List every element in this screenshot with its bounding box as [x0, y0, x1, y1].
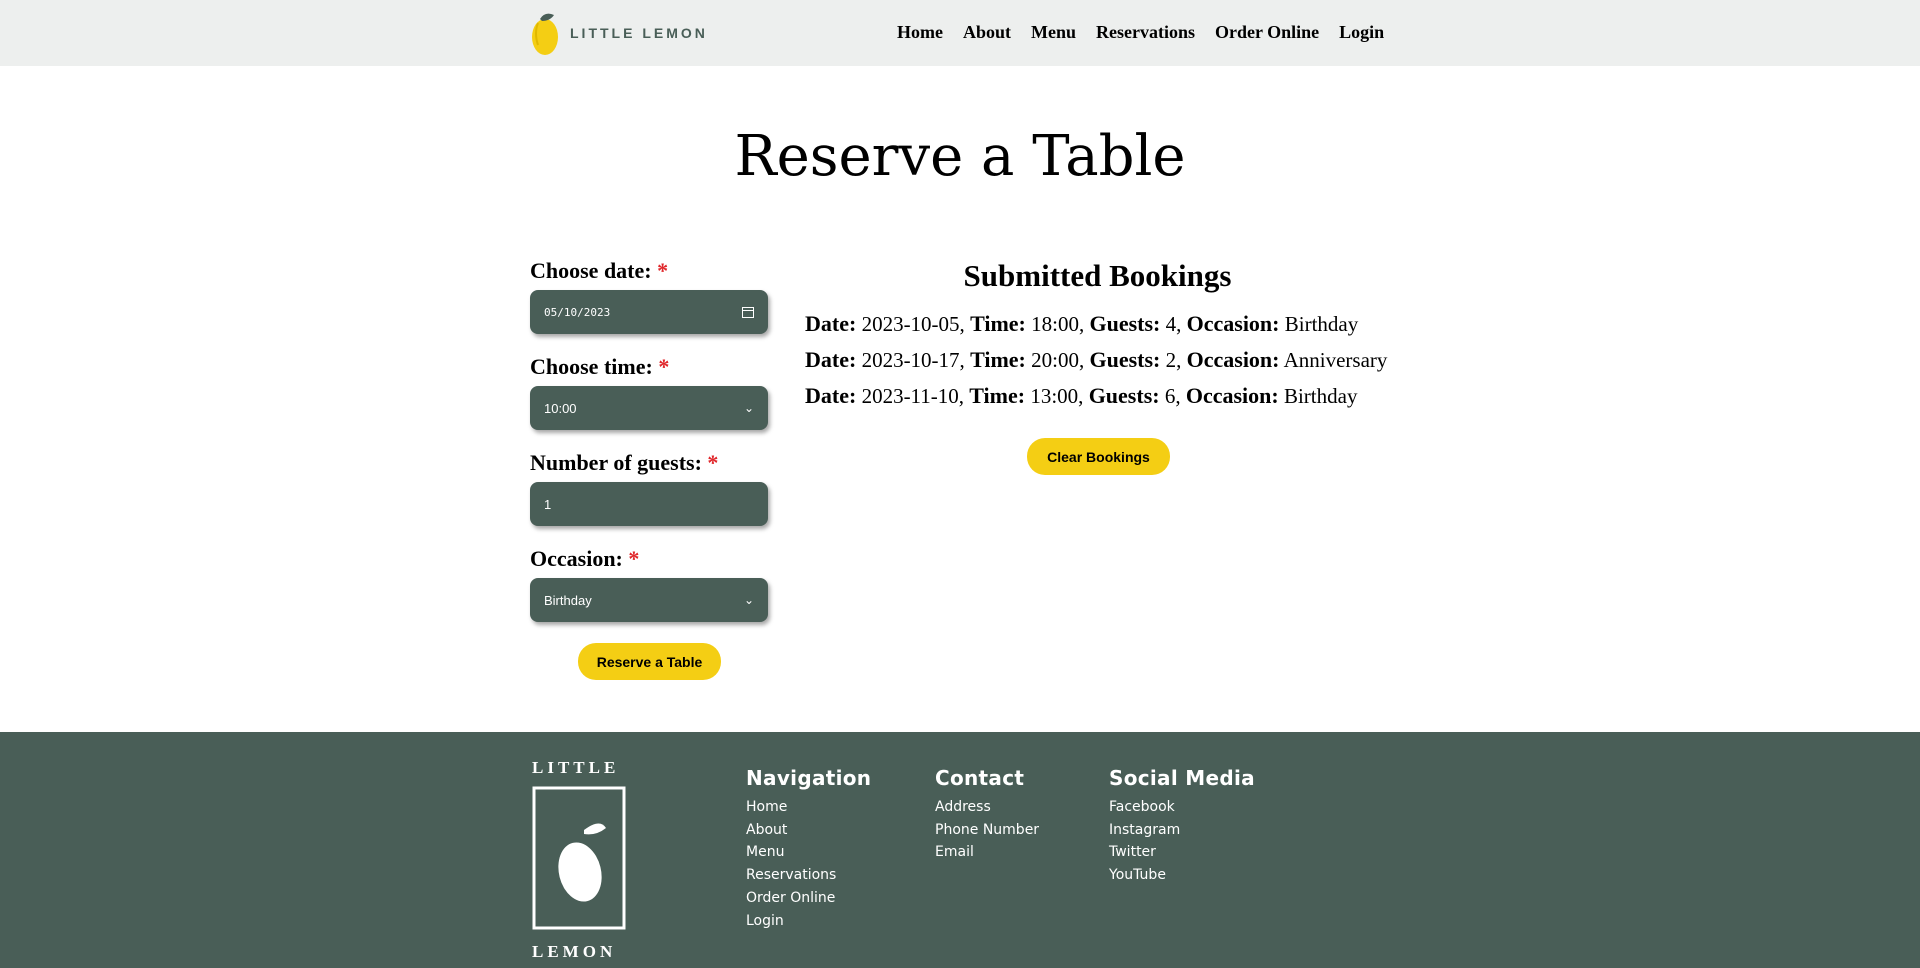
- reserve-table-button[interactable]: Reserve a Table: [578, 643, 721, 680]
- date-input[interactable]: 05/10/2023: [530, 290, 768, 334]
- site-logo[interactable]: LITTLE LEMON: [530, 8, 708, 58]
- nav-login[interactable]: Login: [1339, 22, 1384, 43]
- footer-link-about[interactable]: About: [746, 819, 871, 842]
- footer-social: Social Media Facebook Instagram Twitter …: [1109, 766, 1255, 887]
- required-mark: *: [628, 546, 640, 571]
- footer: LITTLE LEMON Navigation Home About Menu …: [0, 732, 1920, 968]
- page-title: Reserve a Table: [734, 124, 1186, 189]
- footer-social-title: Social Media: [1109, 766, 1255, 790]
- footer-link-login[interactable]: Login: [746, 910, 871, 933]
- logo-text: LITTLE LEMON: [570, 25, 708, 41]
- bookings-title: Submitted Bookings: [963, 258, 1232, 293]
- footer-contact-title: Contact: [935, 766, 1025, 790]
- date-label: Choose date: *: [530, 258, 669, 283]
- occasion-label: Occasion: *: [530, 546, 640, 571]
- footer-link-reservations[interactable]: Reservations: [746, 864, 871, 887]
- guests-label: Number of guests: *: [530, 450, 719, 475]
- footer-link-order-online[interactable]: Order Online: [746, 887, 871, 910]
- occasion-select[interactable]: Birthday ⌄: [530, 578, 768, 622]
- time-label: Choose time: *: [530, 354, 670, 379]
- nav-order-online[interactable]: Order Online: [1215, 22, 1319, 43]
- reservation-form: Choose date: * 05/10/2023 Choose time: *…: [530, 258, 770, 642]
- nav-about[interactable]: About: [963, 22, 1011, 43]
- footer-link-youtube[interactable]: YouTube: [1109, 864, 1255, 887]
- booking-item: Date: 2023-10-05, Time: 18:00, Guests: 4…: [805, 311, 1359, 336]
- footer-link-menu[interactable]: Menu: [746, 841, 871, 864]
- clear-bookings-button[interactable]: Clear Bookings: [1027, 438, 1170, 475]
- lemon-icon: [532, 13, 558, 55]
- footer-link-address[interactable]: Address: [935, 796, 1039, 819]
- footer-logo-top: LITTLE: [532, 758, 620, 777]
- chevron-down-icon: ⌄: [743, 401, 754, 415]
- nav-reservations[interactable]: Reservations: [1096, 22, 1195, 43]
- submitted-bookings: Submitted Bookings Date: 2023-10-05, Tim…: [805, 258, 1395, 414]
- nav-menu[interactable]: Menu: [1031, 22, 1076, 43]
- booking-item: Date: 2023-10-17, Time: 20:00, Guests: 2…: [805, 347, 1388, 372]
- top-navbar: LITTLE LEMON Home About Menu Reservation…: [0, 0, 1920, 66]
- footer-link-home[interactable]: Home: [746, 796, 871, 819]
- booking-item: Date: 2023-11-10, Time: 13:00, Guests: 6…: [805, 383, 1358, 408]
- footer-navigation: Navigation Home About Menu Reservations …: [746, 766, 871, 932]
- occasion-value: Birthday: [544, 592, 592, 608]
- required-mark: *: [658, 354, 670, 379]
- required-mark: *: [707, 450, 719, 475]
- time-select[interactable]: 10:00 ⌄: [530, 386, 768, 430]
- footer-link-phone[interactable]: Phone Number: [935, 819, 1039, 842]
- footer-logo-bottom: LEMON: [532, 942, 617, 961]
- lemon-icon: [532, 786, 626, 930]
- footer-link-facebook[interactable]: Facebook: [1109, 796, 1255, 819]
- chevron-down-icon: ⌄: [743, 593, 754, 607]
- guests-value: 1: [544, 496, 552, 512]
- time-value: 10:00: [544, 400, 577, 416]
- footer-link-twitter[interactable]: Twitter: [1109, 841, 1255, 864]
- calendar-icon[interactable]: [742, 306, 754, 318]
- nav-home[interactable]: Home: [897, 22, 943, 43]
- guests-input[interactable]: 1: [530, 482, 768, 526]
- main-nav: Home About Menu Reservations Order Onlin…: [897, 22, 1384, 43]
- footer-link-instagram[interactable]: Instagram: [1109, 819, 1255, 842]
- required-mark: *: [657, 258, 669, 283]
- footer-link-email[interactable]: Email: [935, 841, 1039, 864]
- footer-navigation-title: Navigation: [746, 766, 872, 790]
- date-value: 05/10/2023: [544, 305, 611, 319]
- footer-contact: Contact Address Phone Number Email: [935, 766, 1039, 864]
